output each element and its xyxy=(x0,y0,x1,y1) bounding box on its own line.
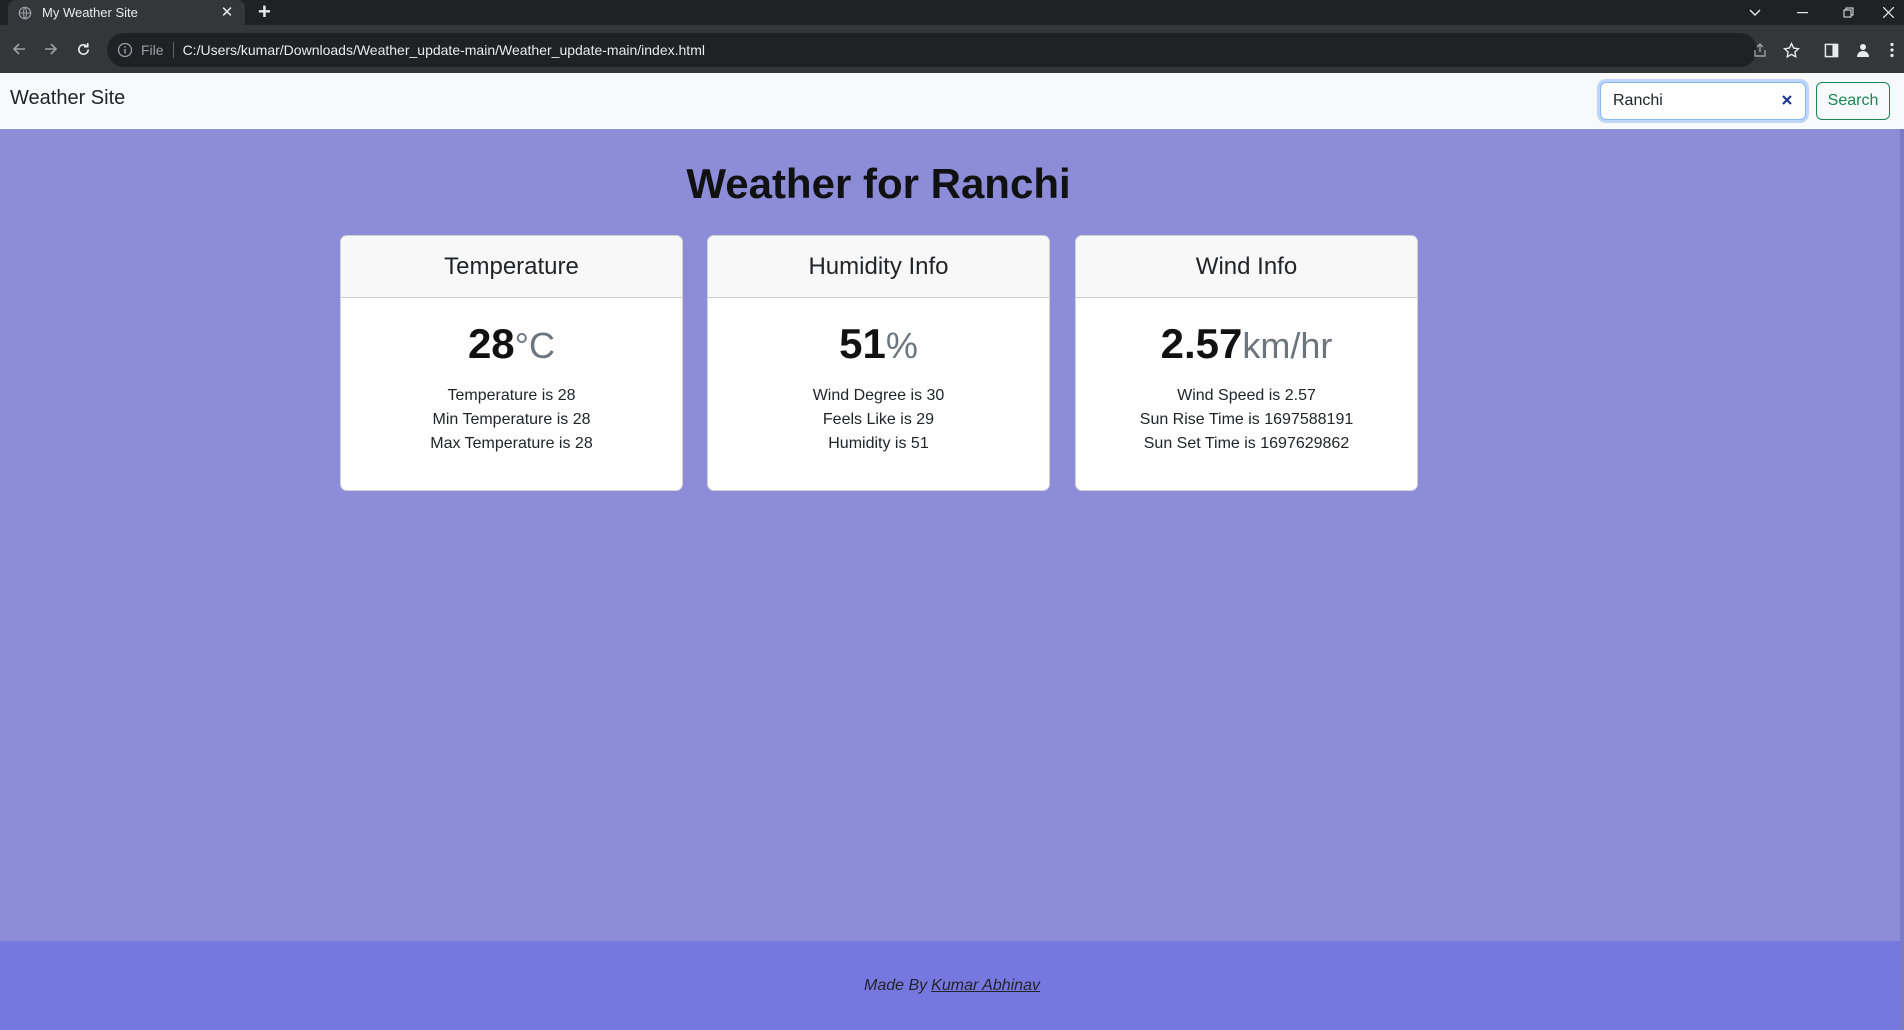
back-arrow-icon[interactable] xyxy=(3,33,35,65)
detail-line: Max Temperature is 28 xyxy=(430,435,593,452)
detail-line: Sun Set Time is 1697629862 xyxy=(1143,435,1350,452)
profile-icon[interactable] xyxy=(1852,39,1874,61)
temperature-number: 28 xyxy=(467,320,515,367)
url-text[interactable]: C:/Users/kumar/Downloads/Weather_update-… xyxy=(183,42,705,58)
kebab-menu-icon[interactable] xyxy=(1885,39,1899,61)
humidity-number: 51 xyxy=(839,320,886,367)
detail-line: Wind Degree is 30 xyxy=(812,387,945,404)
card-title: Humidity Info xyxy=(708,236,1049,298)
temperature-details: Temperature is 28 Min Temperature is 28 … xyxy=(341,384,682,456)
detail-line: Wind Speed is 2.57 xyxy=(1177,387,1316,404)
detail-line: Feels Like is 29 xyxy=(822,411,935,428)
address-bar[interactable]: File C:/Users/kumar/Downloads/Weather_up… xyxy=(107,33,1757,67)
tab-title: My Weather Site xyxy=(42,5,138,20)
browser-toolbar: File C:/Users/kumar/Downloads/Weather_up… xyxy=(0,25,1904,73)
temperature-card: Temperature 28°C Temperature is 28 Min T… xyxy=(340,235,683,491)
browser-tab-bar: My Weather Site ✕ + xyxy=(0,0,1904,25)
share-icon[interactable] xyxy=(1749,39,1771,61)
author-link[interactable]: Kumar Abhinav xyxy=(931,977,1040,995)
tab-close-icon[interactable]: ✕ xyxy=(219,4,235,21)
detail-line: Temperature is 28 xyxy=(447,387,576,404)
info-icon[interactable] xyxy=(117,42,133,58)
wind-details: Wind Speed is 2.57 Sun Rise Time is 1697… xyxy=(1076,384,1417,456)
bookmark-star-icon[interactable] xyxy=(1780,39,1802,61)
temperature-value: 28°C xyxy=(341,318,682,370)
minimize-icon[interactable] xyxy=(1782,0,1822,25)
wind-unit: km/hr xyxy=(1242,325,1333,366)
search-button[interactable]: Search xyxy=(1816,82,1890,120)
site-footer: Made By Kumar Abhinav xyxy=(0,941,1904,1030)
omnibox-divider xyxy=(172,42,174,58)
scheme-label: File xyxy=(141,42,164,58)
detail-line: Humidity is 51 xyxy=(828,435,929,452)
side-panel-icon[interactable] xyxy=(1820,39,1842,61)
humidity-unit: % xyxy=(885,325,918,366)
site-navbar: Weather Site Search xyxy=(0,73,1904,129)
new-tab-button[interactable]: + xyxy=(258,1,271,23)
close-window-icon[interactable] xyxy=(1873,0,1904,25)
temperature-unit: °C xyxy=(514,325,556,366)
humidity-value: 51% xyxy=(708,318,1049,370)
wind-card: Wind Info 2.57km/hr Wind Speed is 2.57 S… xyxy=(1075,235,1418,491)
page-title: Weather for Ranchi xyxy=(686,160,1071,207)
detail-line: Sun Rise Time is 1697588191 xyxy=(1139,411,1354,428)
wind-value: 2.57km/hr xyxy=(1076,318,1417,370)
reload-icon[interactable] xyxy=(67,33,99,65)
footer-prefix: Made By xyxy=(864,976,928,994)
humidity-details: Wind Degree is 30 Feels Like is 29 Humid… xyxy=(708,384,1049,456)
card-title: Temperature xyxy=(341,236,682,298)
tab-search-chevron-icon[interactable] xyxy=(1735,0,1775,25)
forward-arrow-icon[interactable] xyxy=(35,33,67,65)
humidity-card: Humidity Info 51% Wind Degree is 30 Feel… xyxy=(707,235,1050,491)
restore-icon[interactable] xyxy=(1828,0,1868,25)
globe-icon xyxy=(18,6,32,19)
detail-line: Min Temperature is 28 xyxy=(432,411,591,428)
browser-tab[interactable]: My Weather Site ✕ xyxy=(8,0,245,25)
wind-number: 2.57 xyxy=(1160,320,1243,367)
card-title: Wind Info xyxy=(1076,236,1417,298)
city-search-input[interactable] xyxy=(1600,82,1806,120)
site-brand[interactable]: Weather Site xyxy=(10,87,125,110)
page-scrollbar[interactable] xyxy=(1900,129,1904,1030)
clear-search-icon[interactable] xyxy=(1777,90,1797,110)
